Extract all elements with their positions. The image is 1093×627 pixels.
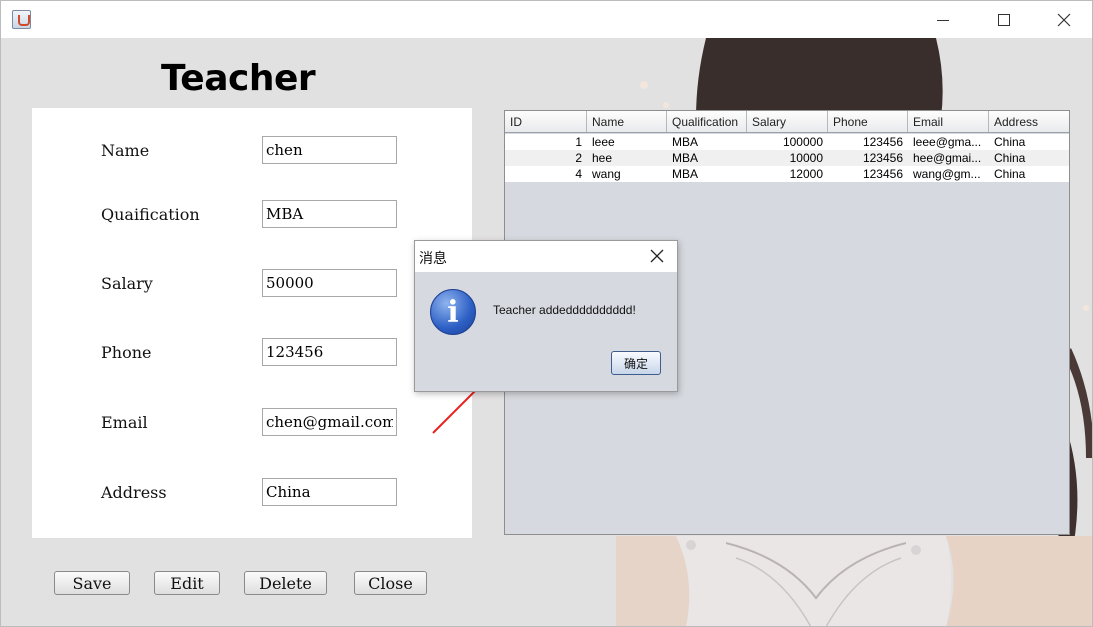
window-titlebar <box>0 0 1093 38</box>
cell-name: hee <box>592 151 613 165</box>
dialog-message: Teacher addedddddddddd! <box>493 303 636 317</box>
table-row[interactable]: 1 leee MBA 100000 123456 leee@gma... Chi… <box>505 134 1069 150</box>
column-header-id[interactable]: ID <box>505 111 587 132</box>
address-label: Address <box>101 483 167 502</box>
column-header-email[interactable]: Email <box>908 111 989 132</box>
table-row[interactable]: 4 wang MBA 12000 123456 wang@gm... China <box>505 166 1069 182</box>
cell-address: China <box>994 167 1026 181</box>
phone-input[interactable] <box>262 338 397 366</box>
table-header: ID Name Qualification Salary Phone Email… <box>505 111 1069 133</box>
salary-label: Salary <box>101 274 153 293</box>
column-header-salary[interactable]: Salary <box>747 111 828 132</box>
cell-qualification: MBA <box>672 151 699 165</box>
close-window-button[interactable] <box>1041 1 1087 39</box>
table-row[interactable]: 2 hee MBA 10000 123456 hee@gmai... China <box>505 150 1069 166</box>
cell-qualification: MBA <box>672 167 699 181</box>
delete-button[interactable]: Delete <box>244 571 327 595</box>
cell-phone: 123456 <box>862 135 903 149</box>
salary-input[interactable] <box>262 269 397 297</box>
ok-button[interactable]: 确定 <box>611 351 661 375</box>
maximize-button[interactable] <box>981 1 1027 39</box>
column-header-phone[interactable]: Phone <box>828 111 908 132</box>
cell-email: hee@gmai... <box>913 151 982 165</box>
email-label: Email <box>101 413 148 432</box>
teacher-form: Name Quaification Salary Phone Email Add… <box>32 108 472 538</box>
maximize-icon <box>998 14 1010 26</box>
cell-email: leee@gma... <box>913 135 982 149</box>
cell-id: 2 <box>575 151 582 165</box>
qualification-label: Quaification <box>101 205 200 224</box>
phone-label: Phone <box>101 343 152 362</box>
cell-salary: 12000 <box>789 167 823 181</box>
page-title: Teacher <box>161 58 316 99</box>
cell-id: 4 <box>575 167 582 181</box>
name-label: Name <box>101 141 150 160</box>
cell-phone: 123456 <box>862 167 903 181</box>
address-input[interactable] <box>262 478 397 506</box>
cell-salary: 10000 <box>789 151 823 165</box>
cell-phone: 123456 <box>862 151 903 165</box>
column-header-qualification[interactable]: Qualification <box>667 111 747 132</box>
qualification-input[interactable] <box>262 200 397 228</box>
cell-name: leee <box>592 135 615 149</box>
cell-name: wang <box>592 167 621 181</box>
dialog-titlebar: 消息 <box>415 241 677 272</box>
minimize-button[interactable] <box>920 1 966 39</box>
column-header-name[interactable]: Name <box>587 111 667 132</box>
close-icon <box>650 249 664 263</box>
cell-address: China <box>994 135 1026 149</box>
dialog-close-button[interactable] <box>647 246 667 266</box>
cell-id: 1 <box>575 135 582 149</box>
java-cup-icon <box>12 10 31 29</box>
close-icon <box>1057 13 1071 27</box>
close-button[interactable]: Close <box>354 571 427 595</box>
name-input[interactable] <box>262 136 397 164</box>
cell-address: China <box>994 151 1026 165</box>
cell-qualification: MBA <box>672 135 699 149</box>
column-header-address[interactable]: Address <box>989 111 1069 132</box>
edit-button[interactable]: Edit <box>154 571 220 595</box>
minimize-icon <box>937 19 949 21</box>
information-icon: i <box>430 289 476 335</box>
message-dialog: 消息 i Teacher addedddddddddd! 确定 <box>414 240 678 392</box>
save-button[interactable]: Save <box>54 571 130 595</box>
email-input[interactable] <box>262 408 397 436</box>
cell-salary: 100000 <box>782 135 823 149</box>
dialog-title: 消息 <box>419 251 447 267</box>
cell-email: wang@gm... <box>913 167 981 181</box>
